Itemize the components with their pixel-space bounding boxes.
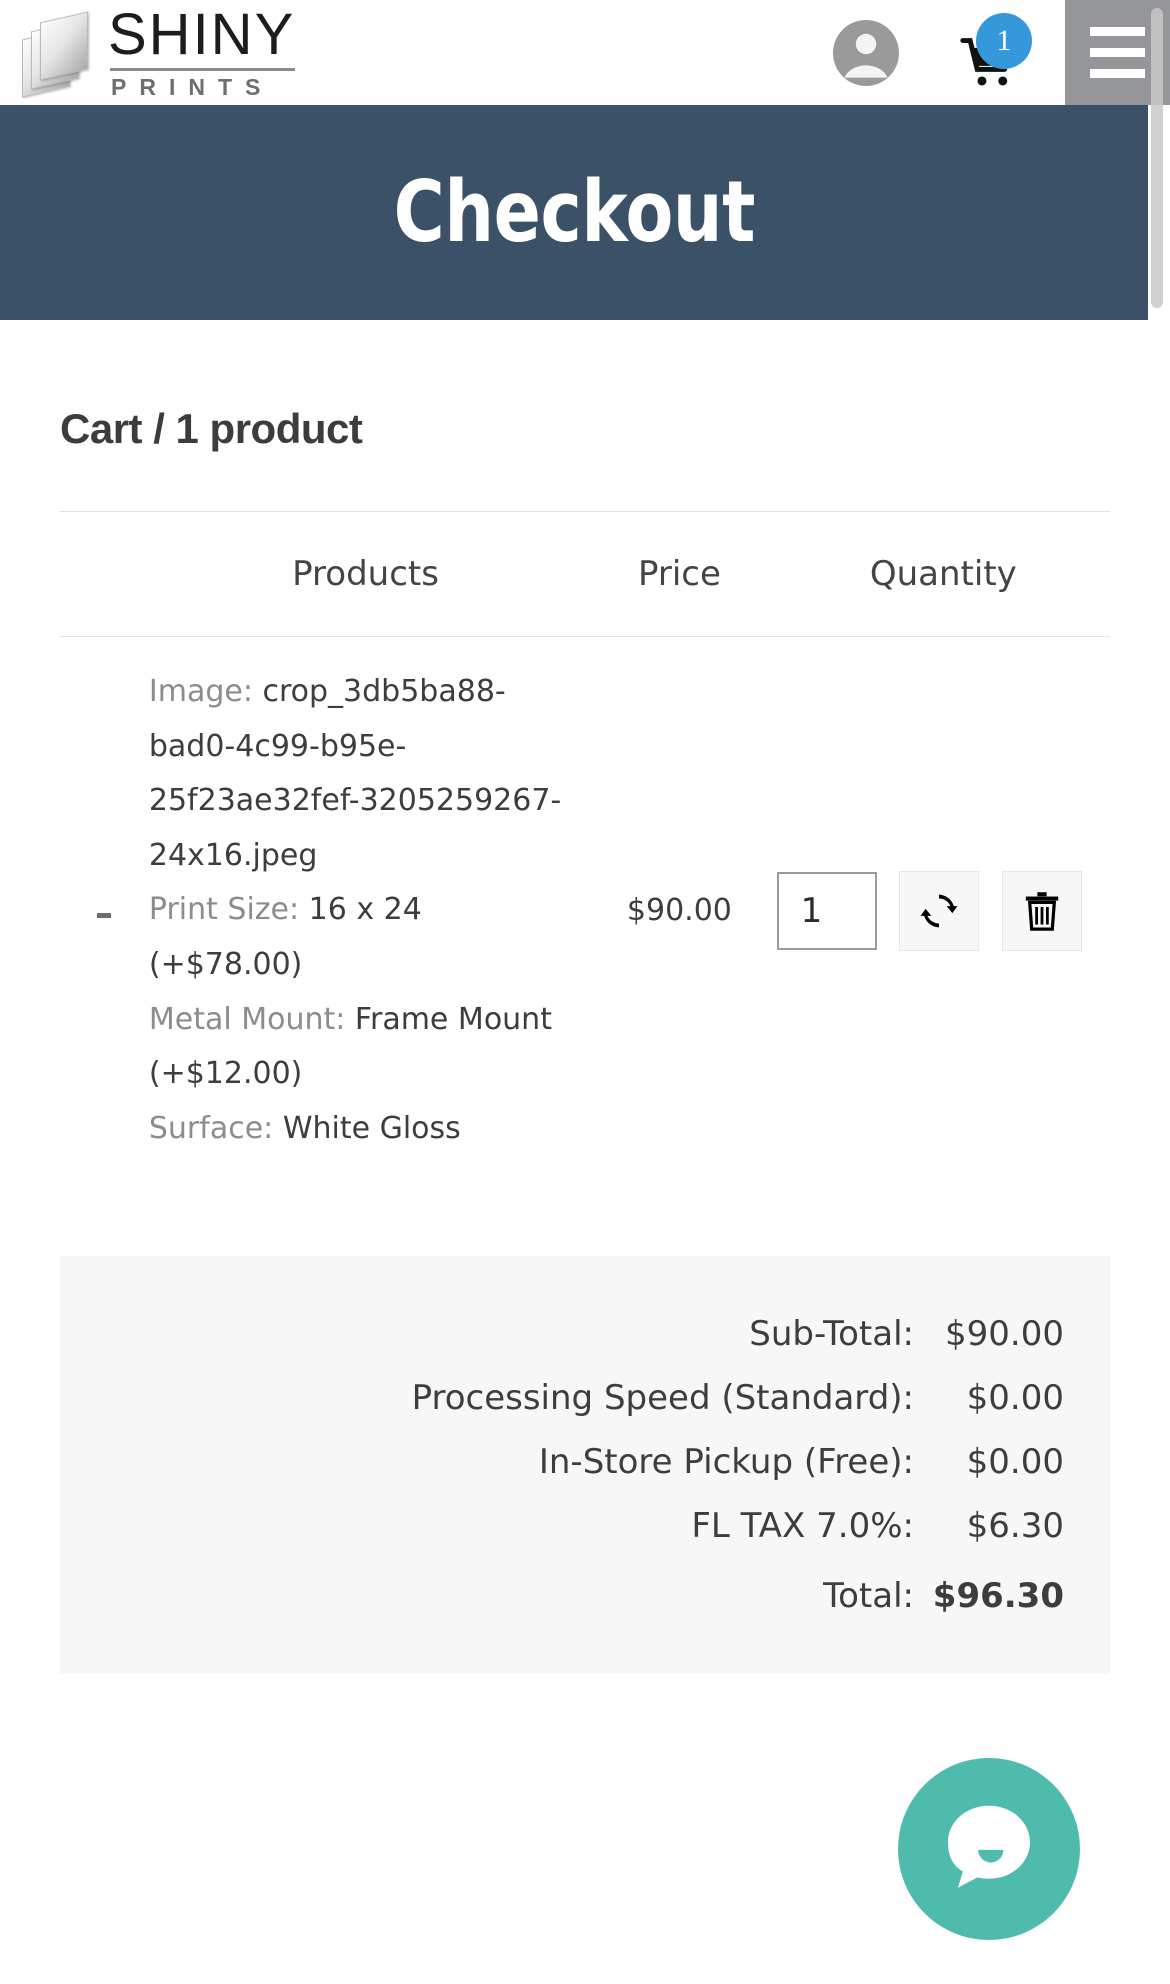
product-price: $90.00 bbox=[626, 893, 732, 929]
chat-widget-button[interactable] bbox=[898, 1758, 1080, 1940]
product-thumbnail bbox=[60, 637, 149, 1185]
product-attribute-image: Image: crop_3db5ba88-bad0-4c99-b95e-25f2… bbox=[149, 665, 582, 883]
hamburger-menu-icon-bar bbox=[1090, 48, 1145, 57]
column-header-products: Products bbox=[148, 512, 583, 637]
attribute-label: Surface: bbox=[148, 1110, 274, 1146]
attribute-label: Image: bbox=[148, 674, 253, 709]
site-header: SHINY PRINTS 1 bbox=[0, 0, 1170, 105]
main-content: Cart / 1 product Products Price Quantity… bbox=[0, 320, 1170, 1675]
quantity-controls: 1 bbox=[776, 637, 1110, 1185]
totals-row-processing-speed: Processing Speed (Standard): $0.00 bbox=[60, 1366, 1064, 1430]
hamburger-menu-icon-bar bbox=[1090, 69, 1145, 78]
totals-value: $0.00 bbox=[966, 1442, 1064, 1483]
logo-text: SHINY PRINTS bbox=[108, 2, 296, 100]
totals-label: Processing Speed (Standard): bbox=[411, 1378, 914, 1419]
totals-row-tax: FL TAX 7.0%: $6.30 bbox=[60, 1494, 1064, 1558]
product-details: Image: crop_3db5ba88-bad0-4c99-b95e-25f2… bbox=[149, 637, 582, 1185]
attribute-label: Print Size: bbox=[148, 892, 300, 928]
totals-label: In-Store Pickup (Free): bbox=[538, 1442, 914, 1483]
shopping-cart-button[interactable]: 1 bbox=[960, 12, 1032, 85]
logo-secondary-text: PRINTS bbox=[111, 74, 274, 100]
cart-heading: Cart / 1 product bbox=[60, 405, 363, 452]
totals-label: Total: bbox=[823, 1576, 914, 1617]
product-attribute-metal-mount: Metal Mount: Frame Mount (+$12.00) bbox=[149, 993, 582, 1102]
logo-primary-text: SHINY bbox=[108, 2, 296, 67]
logo-divider bbox=[110, 68, 296, 71]
column-header-thumbnail bbox=[60, 512, 149, 637]
page-title: Checkout bbox=[393, 163, 755, 262]
account-circle-icon[interactable] bbox=[830, 17, 902, 89]
totals-value: $96.30 bbox=[932, 1576, 1064, 1617]
attribute-label: Metal Mount: bbox=[148, 1001, 346, 1037]
header-actions: 1 bbox=[830, 0, 1032, 105]
stacked-prints-logo-icon bbox=[22, 10, 98, 98]
totals-label: Sub-Total: bbox=[749, 1314, 914, 1355]
hamburger-menu-icon-bar bbox=[1090, 27, 1145, 36]
trash-icon bbox=[1025, 891, 1058, 931]
cart-table: Products Price Quantity Image: crop_3db5… bbox=[60, 512, 1110, 1184]
column-header-quantity: Quantity bbox=[776, 512, 1110, 637]
cart-table-header-row: Products Price Quantity bbox=[60, 512, 1110, 637]
totals-value: $6.30 bbox=[966, 1506, 1064, 1547]
quantity-input[interactable]: 1 bbox=[776, 871, 877, 950]
thumbnail-placeholder-icon bbox=[97, 912, 112, 918]
site-logo[interactable]: SHINY PRINTS bbox=[22, 2, 296, 100]
remove-item-button[interactable] bbox=[1001, 870, 1082, 951]
totals-value: $0.00 bbox=[966, 1378, 1064, 1419]
totals-row-subtotal: Sub-Total: $90.00 bbox=[60, 1302, 1064, 1366]
page-banner: Checkout bbox=[0, 105, 1148, 320]
totals-row-in-store-pickup: In-Store Pickup (Free): $0.00 bbox=[60, 1430, 1064, 1494]
chat-bubble-icon bbox=[948, 1805, 1030, 1888]
product-attribute-surface: Surface: White Gloss bbox=[149, 1102, 582, 1157]
refresh-icon bbox=[920, 894, 958, 928]
totals-row-grand-total: Total: $96.30 bbox=[60, 1558, 1064, 1628]
product-attribute-print-size: Print Size: 16 x 24 (+$78.00) bbox=[149, 883, 582, 992]
totals-value: $90.00 bbox=[945, 1314, 1064, 1355]
cart-count-badge: 1 bbox=[976, 12, 1032, 69]
totals-label: FL TAX 7.0%: bbox=[691, 1506, 914, 1547]
column-header-price: Price bbox=[582, 512, 777, 637]
attribute-value: White Gloss bbox=[282, 1110, 461, 1146]
scrollbar-thumb[interactable] bbox=[1151, 8, 1163, 308]
page-scrollbar[interactable] bbox=[1148, 0, 1170, 1984]
update-quantity-button[interactable] bbox=[899, 870, 980, 951]
order-totals-panel: Sub-Total: $90.00 Processing Speed (Stan… bbox=[60, 1256, 1110, 1675]
table-row: Image: crop_3db5ba88-bad0-4c99-b95e-25f2… bbox=[60, 637, 1110, 1185]
